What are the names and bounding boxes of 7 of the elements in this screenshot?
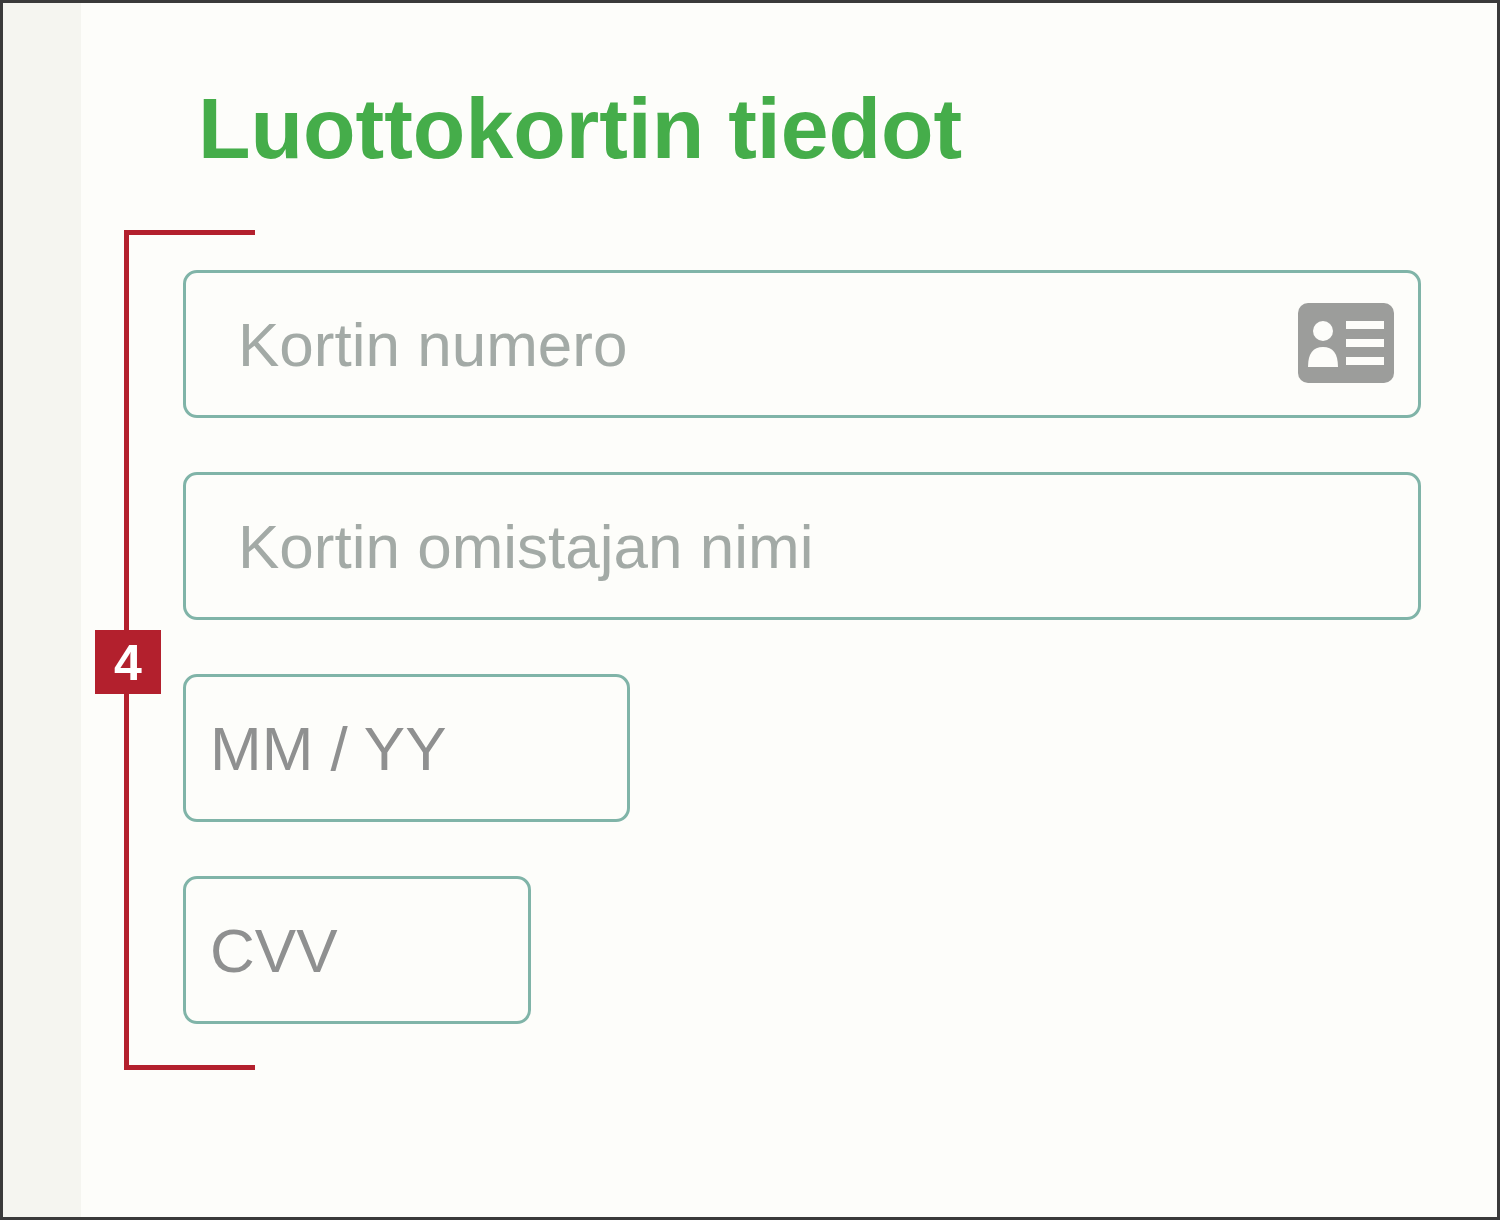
id-card-icon <box>1296 301 1396 385</box>
input-field[interactable]: CVV <box>183 876 531 1024</box>
annotation-badge: 4 <box>95 630 161 694</box>
input-field[interactable]: Kortin numero <box>183 270 1421 418</box>
input-field[interactable]: MM / YY <box>183 674 630 822</box>
form-title: Luottokortin tiedot <box>198 85 964 171</box>
input-field[interactable]: Kortin omistajan nimi <box>183 472 1421 620</box>
